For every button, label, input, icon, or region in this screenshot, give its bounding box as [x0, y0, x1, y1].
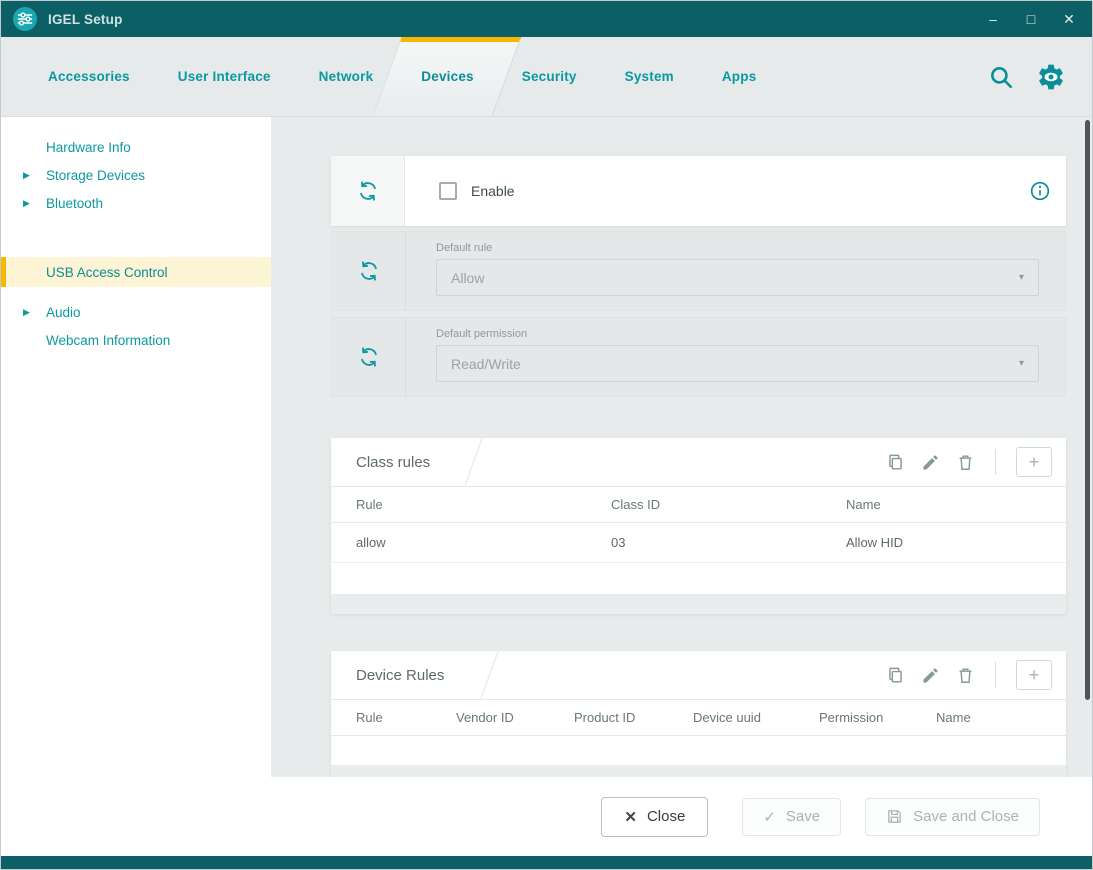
- class-rules-table-header: Rule Class ID Name: [331, 486, 1066, 523]
- column-header: Name: [846, 497, 1066, 512]
- vertical-scrollbar[interactable]: [1085, 120, 1090, 700]
- column-header: Name: [936, 710, 1066, 725]
- tab-accessories[interactable]: Accessories: [48, 37, 130, 116]
- info-icon[interactable]: [1030, 181, 1050, 201]
- add-class-rule-button[interactable]: +: [1016, 447, 1052, 477]
- reset-to-default-button[interactable]: [332, 232, 406, 310]
- column-header: Product ID: [574, 710, 693, 725]
- device-rules-title: Device Rules: [356, 651, 444, 699]
- check-icon: ✓: [763, 808, 776, 826]
- tab-apps[interactable]: Apps: [722, 37, 757, 116]
- igel-setup-window: IGEL Setup – □ ✕ Accessories User Interf…: [0, 0, 1093, 870]
- tab-system[interactable]: System: [625, 37, 674, 116]
- default-permission-label: Default permission: [436, 328, 1039, 340]
- cell-name: Allow HID: [846, 535, 1066, 550]
- device-rules-header: Device Rules: [331, 651, 1066, 699]
- sync-icon: [358, 260, 380, 282]
- maximize-button[interactable]: □: [1020, 9, 1042, 29]
- sidebar: Hardware Info ▶ Storage Devices ▶ Blueto…: [1, 117, 271, 779]
- default-permission-select[interactable]: Read/Write ▾: [436, 345, 1039, 382]
- class-rules-title: Class rules: [356, 438, 430, 486]
- window-controls: – □ ✕: [982, 9, 1080, 29]
- column-header: Vendor ID: [456, 710, 574, 725]
- device-rules-table-header: Rule Vendor ID Product ID Device uuid Pe…: [331, 699, 1066, 736]
- class-rules-card: Class rules: [331, 438, 1066, 614]
- sidebar-item-storage-devices[interactable]: ▶ Storage Devices: [1, 161, 271, 189]
- enable-row: Enable: [405, 156, 1066, 226]
- add-device-rule-button[interactable]: +: [1016, 660, 1052, 690]
- duplicate-icon[interactable]: [886, 666, 905, 685]
- close-button[interactable]: ✕ Close: [601, 797, 708, 837]
- delete-icon[interactable]: [956, 666, 975, 685]
- igel-logo-icon: [13, 7, 37, 31]
- duplicate-icon[interactable]: [886, 453, 905, 472]
- gear-eye-icon[interactable]: [1036, 62, 1066, 92]
- column-header: Device uuid: [693, 710, 819, 725]
- window-title: IGEL Setup: [48, 12, 123, 27]
- expand-arrow-icon[interactable]: ▶: [23, 307, 30, 318]
- cell-class-id: 03: [611, 535, 846, 550]
- search-icon[interactable]: [988, 64, 1014, 90]
- tab-network[interactable]: Network: [319, 37, 374, 116]
- column-header: Permission: [819, 710, 936, 725]
- save-and-close-button[interactable]: Save and Close: [865, 798, 1040, 836]
- header-slant-divider: [480, 651, 498, 699]
- sidebar-item-audio[interactable]: ▶ Audio: [1, 298, 271, 326]
- titlebar: IGEL Setup – □ ✕: [1, 1, 1092, 37]
- enable-checkbox[interactable]: [439, 182, 457, 200]
- device-rules-tools: +: [886, 651, 1052, 699]
- floppy-icon: [886, 808, 903, 825]
- tabs: Accessories User Interface Network Devic…: [48, 37, 756, 116]
- sidebar-item-webcam-information[interactable]: Webcam Information: [1, 326, 271, 354]
- nav-tab-bar: Accessories User Interface Network Devic…: [1, 37, 1092, 117]
- window-close-button[interactable]: ✕: [1058, 9, 1080, 29]
- default-rule-select[interactable]: Allow ▾: [436, 259, 1039, 296]
- sidebar-item-usb-access-control[interactable]: USB Access Control: [1, 257, 271, 287]
- expand-arrow-icon[interactable]: ▶: [23, 170, 30, 181]
- tab-user-interface[interactable]: User Interface: [178, 37, 271, 116]
- default-rule-row: Default rule Allow ▾: [331, 231, 1066, 311]
- header-slant-divider: [464, 438, 482, 486]
- tools-divider: [995, 449, 996, 475]
- tools-divider: [995, 662, 996, 688]
- device-rules-card: Device Rules: [331, 651, 1066, 779]
- default-permission-row: Default permission Read/Write ▾: [331, 317, 1066, 397]
- body: Hardware Info ▶ Storage Devices ▶ Blueto…: [1, 117, 1092, 779]
- sidebar-item-hardware-info[interactable]: Hardware Info: [1, 133, 271, 161]
- chevron-down-icon: ▾: [1019, 358, 1024, 369]
- nav-icons: [988, 62, 1066, 92]
- column-header: Rule: [356, 710, 456, 725]
- enable-card: Enable: [331, 156, 1066, 226]
- table-footer-strip: [331, 594, 1066, 614]
- tab-security[interactable]: Security: [522, 37, 577, 116]
- default-permission-field: Default permission Read/Write ▾: [406, 318, 1065, 396]
- save-button[interactable]: ✓ Save: [742, 798, 841, 836]
- edit-icon[interactable]: [921, 453, 940, 472]
- tab-devices[interactable]: Devices: [421, 37, 473, 116]
- cell-rule: allow: [356, 535, 611, 550]
- class-rules-header: Class rules: [331, 438, 1066, 486]
- close-x-icon: ✕: [624, 808, 637, 826]
- edit-icon[interactable]: [921, 666, 940, 685]
- window-bottom-edge: [1, 856, 1092, 869]
- delete-icon[interactable]: [956, 453, 975, 472]
- chevron-down-icon: ▾: [1019, 272, 1024, 283]
- class-rules-tools: +: [886, 438, 1052, 486]
- footer-bar: ✕ Close ✓ Save Save and Close: [1, 777, 1092, 856]
- enable-label: Enable: [471, 183, 515, 199]
- minimize-button[interactable]: –: [982, 9, 1004, 29]
- column-header: Class ID: [611, 497, 846, 512]
- default-rule-field: Default rule Allow ▾: [406, 232, 1065, 310]
- expand-arrow-icon[interactable]: ▶: [23, 198, 30, 209]
- sidebar-item-bluetooth[interactable]: ▶ Bluetooth: [1, 189, 271, 217]
- reset-to-default-button[interactable]: [331, 156, 405, 226]
- class-rule-table-row[interactable]: allow 03 Allow HID: [331, 523, 1066, 563]
- default-rule-label: Default rule: [436, 242, 1039, 254]
- content-panel: Enable: [271, 117, 1092, 779]
- column-header: Rule: [356, 497, 611, 512]
- sync-icon: [357, 180, 379, 202]
- sync-icon: [358, 346, 380, 368]
- reset-to-default-button[interactable]: [332, 318, 406, 396]
